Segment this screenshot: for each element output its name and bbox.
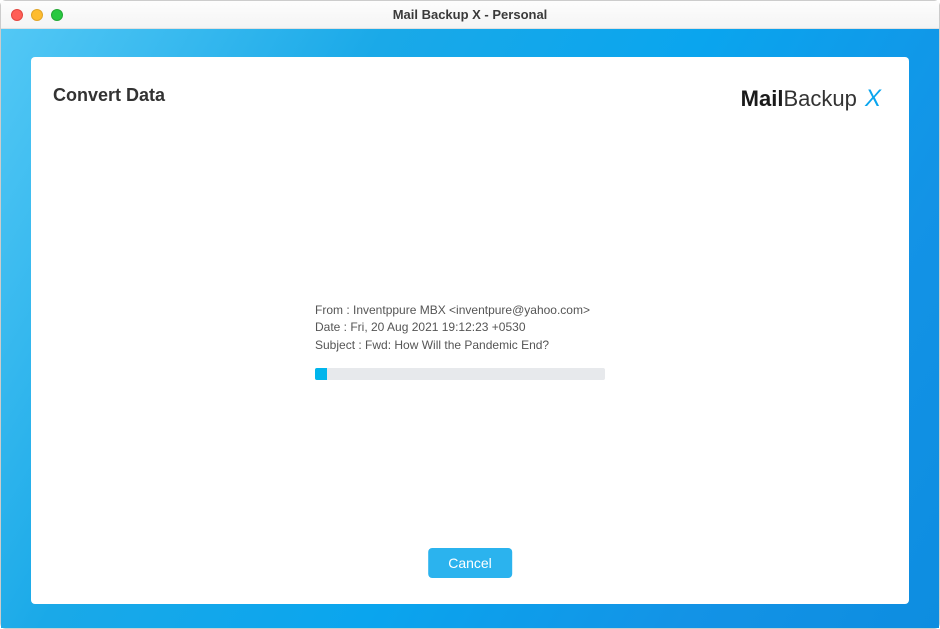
from-line: From : Inventppure MBX <inventpure@yahoo… xyxy=(315,302,625,319)
logo-x: X xyxy=(865,85,881,112)
logo-backup: Backup xyxy=(783,86,856,111)
window-title: Mail Backup X - Personal xyxy=(1,7,939,22)
main-panel: Convert Data MailBackup X From : Inventp… xyxy=(31,57,909,604)
subject-line: Subject : Fwd: How Will the Pandemic End… xyxy=(315,337,625,354)
logo-mail: Mail xyxy=(741,86,784,111)
app-body: Convert Data MailBackup X From : Inventp… xyxy=(1,29,939,628)
minimize-icon[interactable] xyxy=(31,9,43,21)
progress-bar xyxy=(315,368,605,380)
cancel-button[interactable]: Cancel xyxy=(428,548,512,578)
window-titlebar: Mail Backup X - Personal xyxy=(1,1,939,29)
close-icon[interactable] xyxy=(11,9,23,21)
traffic-lights xyxy=(11,9,63,21)
progress-info: From : Inventppure MBX <inventpure@yahoo… xyxy=(315,302,625,380)
app-logo: MailBackup X xyxy=(741,85,881,113)
progress-fill xyxy=(315,368,327,380)
date-line: Date : Fri, 20 Aug 2021 19:12:23 +0530 xyxy=(315,319,625,336)
maximize-icon[interactable] xyxy=(51,9,63,21)
